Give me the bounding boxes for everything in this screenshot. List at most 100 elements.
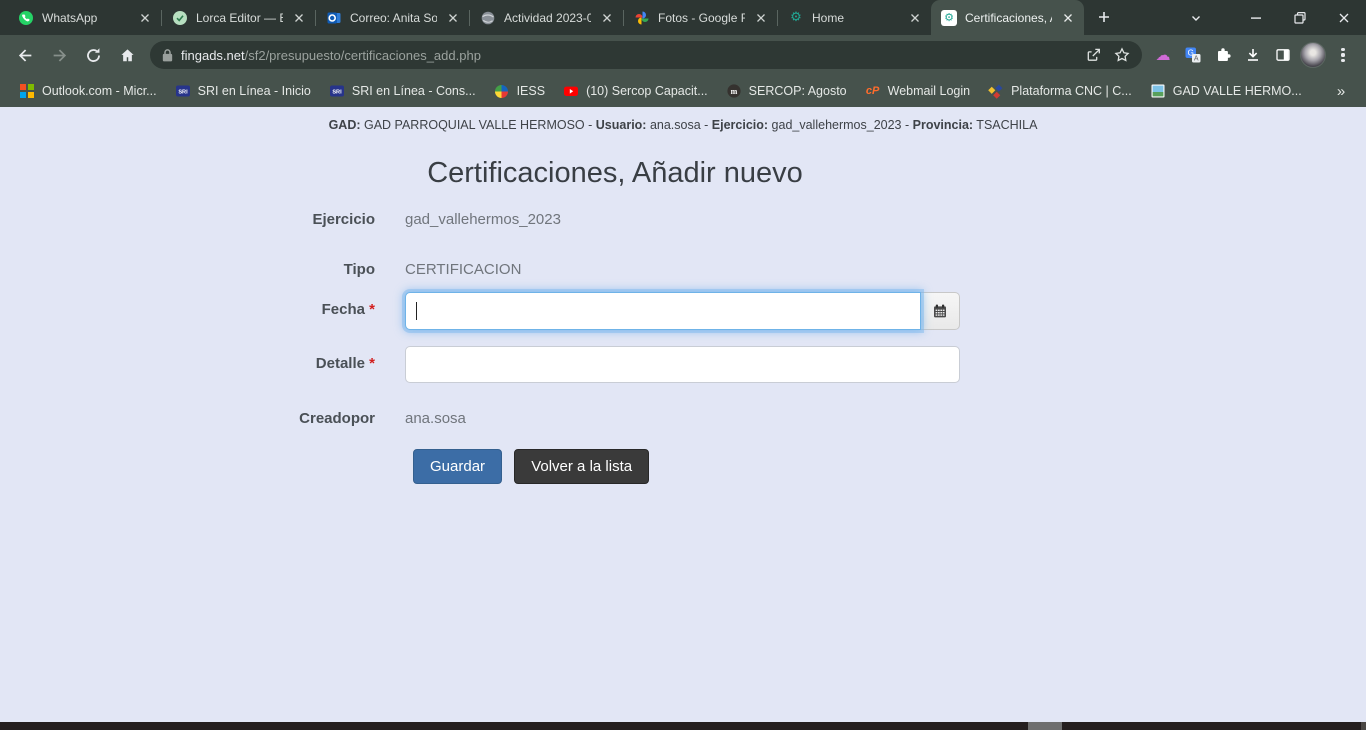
page-content: GAD: GAD PARROQUIAL VALLE HERMOSO - Usua… <box>0 107 1366 722</box>
taskbar-edge-corner <box>1361 722 1366 730</box>
back-to-list-button[interactable]: Volver a la lista <box>514 449 649 484</box>
certification-form: Ejercicio gad_vallehermos_2023 Tipo CERT… <box>0 204 1366 484</box>
fecha-input[interactable] <box>405 292 921 330</box>
detalle-label: Detalle * <box>0 346 375 372</box>
tab-lorca-editor[interactable]: Lorca Editor — El <box>162 0 315 35</box>
meta-ejercicio-label: Ejercicio: <box>712 118 768 132</box>
sri-icon: SRI <box>329 83 345 99</box>
tab-close-icon[interactable] <box>445 10 461 26</box>
browser-menu-icon[interactable] <box>1328 40 1358 70</box>
lock-icon[interactable] <box>162 48 173 62</box>
share-icon[interactable] <box>1080 41 1108 69</box>
tab-close-icon[interactable] <box>291 10 307 26</box>
address-bar[interactable]: fingads.net/sf2/presupuesto/certificacio… <box>150 41 1142 69</box>
extensions-puzzle-icon[interactable] <box>1208 40 1238 70</box>
ejercicio-label: Ejercicio <box>0 211 375 228</box>
bookmark-plataforma-cnc[interactable]: Plataforma CNC | C... <box>979 79 1141 103</box>
bookmark-sri-inicio[interactable]: SRI SRI en Línea - Inicio <box>166 79 320 103</box>
tab-bar: WhatsApp Lorca Editor — El Correo: Anita… <box>0 0 1366 35</box>
browser-toolbar: fingads.net/sf2/presupuesto/certificacio… <box>0 35 1366 75</box>
tab-close-icon[interactable] <box>137 10 153 26</box>
tab-close-icon[interactable] <box>1060 10 1076 26</box>
tab-correo-outlook[interactable]: Correo: Anita Sos <box>316 0 469 35</box>
meta-provincia-value: TSACHILA <box>973 118 1037 132</box>
tab-close-icon[interactable] <box>599 10 615 26</box>
activity-icon <box>480 10 496 26</box>
meta-gad-label: GAD: <box>329 118 361 132</box>
meta-provincia-label: Provincia: <box>913 118 973 132</box>
close-window-button[interactable] <box>1322 0 1366 35</box>
meta-usuario-label: Usuario: <box>596 118 647 132</box>
svg-text:A: A <box>1194 56 1199 63</box>
bookmark-sri-consultas[interactable]: SRI SRI en Línea - Cons... <box>320 79 485 103</box>
tab-google-fotos[interactable]: Fotos - Google F <box>624 0 777 35</box>
forward-button[interactable] <box>42 38 76 72</box>
microsoft-icon <box>19 83 35 99</box>
form-actions: Guardar Volver a la lista <box>0 449 1366 484</box>
form-row-fecha: Fecha * <box>0 292 1366 330</box>
new-tab-button[interactable] <box>1090 3 1118 31</box>
taskbar-edge-highlight <box>1028 722 1062 730</box>
tab-close-icon[interactable] <box>907 10 923 26</box>
side-panel-icon[interactable] <box>1268 40 1298 70</box>
restore-window-button[interactable] <box>1278 0 1322 35</box>
downloads-icon[interactable] <box>1238 40 1268 70</box>
bookmark-sercop-youtube[interactable]: (10) Sercop Capacit... <box>554 79 717 103</box>
tab-close-icon[interactable] <box>753 10 769 26</box>
iess-icon <box>494 83 510 99</box>
extension-cloud-icon[interactable]: ☁ <box>1148 40 1178 70</box>
tab-whatsapp[interactable]: WhatsApp <box>8 0 161 35</box>
whatsapp-icon <box>18 10 34 26</box>
ejercicio-value: gad_vallehermos_2023 <box>405 211 960 228</box>
svg-text:SRI: SRI <box>178 89 188 95</box>
tab-certificaciones-active[interactable]: ⚙ Certificaciones, A <box>931 0 1084 35</box>
back-button[interactable] <box>8 38 42 72</box>
tab-title: Certificaciones, A <box>965 11 1052 25</box>
required-mark: * <box>369 355 375 372</box>
meta-ejercicio-value: gad_vallehermos_2023 - <box>768 118 913 132</box>
meta-gad-value: GAD PARROQUIAL VALLE HERMOSO - <box>361 118 596 132</box>
home-button[interactable] <box>110 38 144 72</box>
tab-actividad[interactable]: Actividad 2023-0 <box>470 0 623 35</box>
url-text[interactable]: fingads.net/sf2/presupuesto/certificacio… <box>181 48 481 63</box>
bookmark-outlook[interactable]: Outlook.com - Micr... <box>10 79 166 103</box>
svg-text:m: m <box>730 87 737 96</box>
tab-title: Lorca Editor — El <box>196 11 283 25</box>
profile-avatar[interactable] <box>1298 40 1328 70</box>
bookmarks-overflow-chevron[interactable]: » <box>1326 77 1356 105</box>
tab-home[interactable]: ⚙ Home <box>778 0 931 35</box>
bookmark-iess[interactable]: IESS <box>485 79 555 103</box>
fecha-label: Fecha * <box>0 292 375 318</box>
tab-title: Fotos - Google F <box>658 11 745 25</box>
required-mark: * <box>369 301 375 318</box>
calendar-icon <box>932 303 948 319</box>
gear-icon: ⚙ <box>941 10 957 26</box>
tab-search-chevron-icon[interactable] <box>1176 0 1216 35</box>
bookmark-sercop-agosto[interactable]: m SERCOP: Agosto <box>717 79 856 103</box>
google-translate-icon[interactable]: GA <box>1178 40 1208 70</box>
bookmark-webmail[interactable]: cP Webmail Login <box>856 79 979 103</box>
outlook-icon <box>326 10 342 26</box>
bookmarks-bar: Outlook.com - Micr... SRI SRI en Línea -… <box>0 75 1366 107</box>
bookmark-gad-valle-hermoso[interactable]: GAD VALLE HERMO... <box>1141 79 1311 103</box>
google-photos-icon <box>634 10 650 26</box>
sercop-icon: m <box>726 83 742 99</box>
detalle-input[interactable] <box>405 346 960 383</box>
form-row-detalle: Detalle * <box>0 346 1366 383</box>
calendar-button[interactable] <box>921 292 960 330</box>
tab-title: Actividad 2023-0 <box>504 11 591 25</box>
save-button[interactable]: Guardar <box>413 449 502 484</box>
tipo-label: Tipo <box>0 261 375 278</box>
svg-text:SRI: SRI <box>332 89 342 95</box>
form-row-tipo: Tipo CERTIFICACION <box>0 254 1366 285</box>
gear-icon: ⚙ <box>788 10 804 26</box>
taskbar-edge <box>0 722 1366 730</box>
form-row-ejercicio: Ejercicio gad_vallehermos_2023 <box>0 204 1366 235</box>
tabbar-spacer <box>1118 0 1176 35</box>
creadopor-label: Creadopor <box>0 410 375 427</box>
minimize-button[interactable] <box>1234 0 1278 35</box>
tipo-value: CERTIFICACION <box>405 261 960 278</box>
gad-site-icon <box>1150 83 1166 99</box>
bookmark-star-icon[interactable] <box>1108 41 1136 69</box>
reload-button[interactable] <box>76 38 110 72</box>
